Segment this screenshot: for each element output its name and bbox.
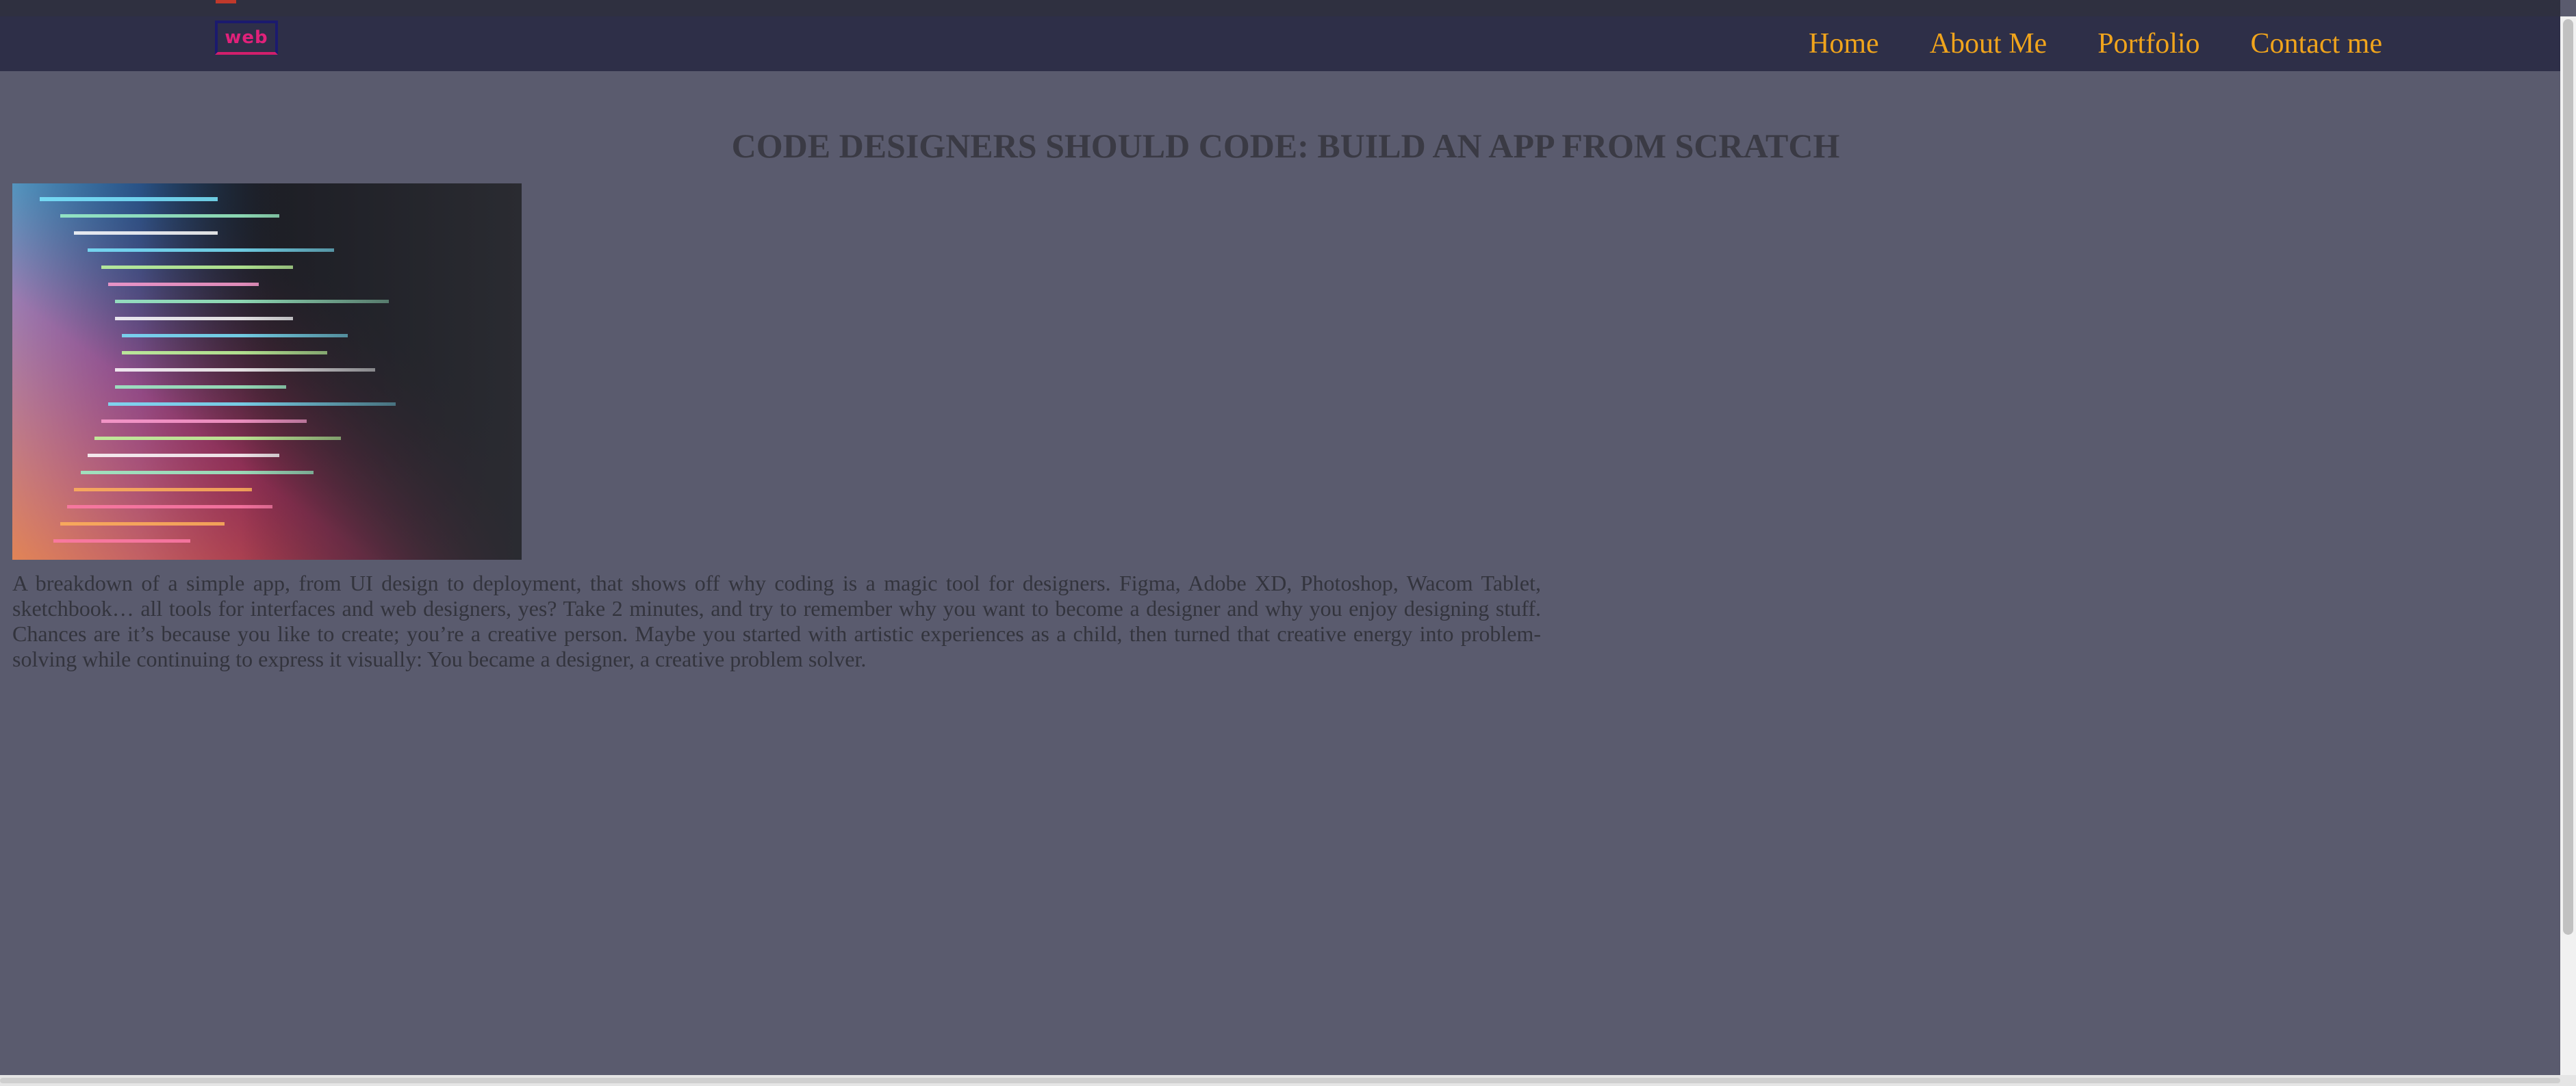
horizontal-scrollbar[interactable] <box>0 1075 2576 1086</box>
vertical-scrollbar-thumb[interactable] <box>2563 19 2573 935</box>
article-body: A breakdown of a simple app, from UI des… <box>12 571 1541 671</box>
nav-link-portfolio[interactable]: Portfolio <box>2097 27 2199 60</box>
article-title: CODE DESIGNERS SHOULD CODE: BUILD AN APP… <box>731 127 1840 165</box>
nav-link-about-me[interactable]: About Me <box>1930 27 2048 60</box>
horizontal-scrollbar-thumb[interactable] <box>0 1078 2560 1083</box>
browser-top-strip <box>0 0 2560 16</box>
site-logo[interactable]: web <box>215 21 278 55</box>
logo-text: web <box>225 27 268 48</box>
nav-link-home[interactable]: Home <box>1809 27 1879 60</box>
vertical-scrollbar[interactable] <box>2560 16 2576 1075</box>
main-content: CODE DESIGNERS SHOULD CODE: BUILD AN APP… <box>0 71 2560 1075</box>
navbar: web Home About Me Portfolio Contact me <box>0 16 2560 71</box>
article-hero-image <box>12 183 522 560</box>
nav-link-contact-me[interactable]: Contact me <box>2251 27 2382 60</box>
code-screen-image <box>12 183 522 560</box>
nav-links: Home About Me Portfolio Contact me <box>1758 16 2382 71</box>
top-strip-accent <box>216 0 236 3</box>
